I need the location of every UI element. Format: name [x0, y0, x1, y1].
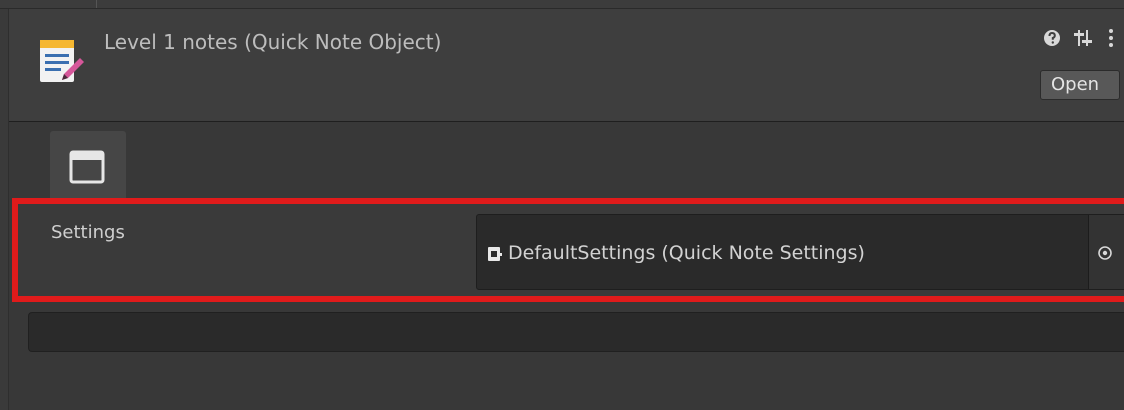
scriptable-object-icon: [488, 247, 502, 261]
tab-separator: [96, 0, 97, 8]
inspector-left-border: [0, 9, 9, 410]
settings-object-value: DefaultSettings (Quick Note Settings): [508, 242, 865, 264]
inspector-header: [0, 9, 1124, 122]
page-title: Level 1 notes (Quick Note Object): [104, 30, 442, 54]
settings-label: Settings: [51, 222, 125, 243]
window-top-strip: [0, 0, 1124, 9]
menu-icon[interactable]: [1106, 28, 1116, 48]
note-text-area[interactable]: [28, 312, 1124, 352]
open-button[interactable]: Open: [1040, 70, 1120, 100]
preset-icon[interactable]: [1072, 28, 1094, 48]
note-icon: [40, 40, 84, 82]
help-icon[interactable]: [1042, 28, 1062, 48]
object-picker-icon: [1098, 246, 1112, 260]
window-view-icon: [69, 150, 105, 184]
